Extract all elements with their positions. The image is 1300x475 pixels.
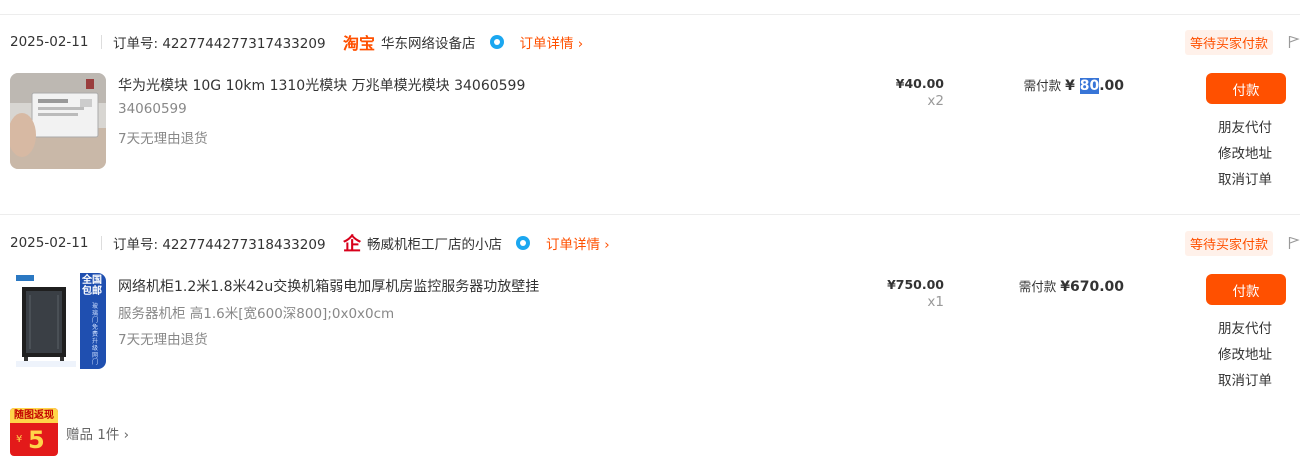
free-shipping-badge: 全国包邮 [82, 275, 102, 297]
gift-thumbnail[interactable]: 随图返现 ¥ 5 [10, 408, 58, 456]
quantity: x2 [927, 93, 944, 109]
order-detail-link[interactable]: 订单详情 › [546, 233, 610, 253]
store-name[interactable]: 华东网络设备店 [381, 32, 476, 52]
friend-pay-link[interactable]: 朋友代付 [1218, 116, 1272, 136]
cancel-order-link[interactable]: 取消订单 [1218, 168, 1272, 188]
store-block: 企 畅威机柜工厂店的小店 订单详情 › [343, 230, 610, 256]
quantity: x1 [927, 294, 944, 310]
need-pay-amount: ¥ 80.00 [1065, 78, 1124, 94]
order-number: 订单号: 4227744277318433209 [113, 237, 326, 253]
gift-value: 5 [28, 426, 45, 454]
pay-button[interactable]: 付款 [1206, 73, 1286, 104]
order-detail-link[interactable]: 订单详情 › [520, 32, 584, 52]
separator [101, 35, 102, 49]
need-pay-label: 需付款 [1018, 279, 1057, 294]
pay-button[interactable]: 付款 [1206, 274, 1286, 305]
need-pay-amount: ¥670.00 [1060, 279, 1124, 295]
flag-icon[interactable] [1288, 236, 1300, 250]
need-pay-label: 需付款 [1023, 78, 1062, 93]
status-badge: 等待买家付款 [1185, 230, 1274, 256]
amount-decimal: .00 [1099, 78, 1124, 94]
need-pay: 需付款 ¥670.00 [1019, 276, 1124, 295]
wangwang-chat-icon[interactable] [516, 236, 530, 250]
need-pay: 需付款 ¥ 80.00 [1024, 75, 1124, 94]
gift-label[interactable]: 赠品 1件 › [66, 423, 129, 443]
currency-symbol: ¥ [1065, 78, 1075, 94]
return-guarantee: 7天无理由退货 [118, 332, 208, 348]
unit-price: ¥750.00 [887, 277, 944, 292]
unit-price: ¥40.00 [895, 76, 944, 91]
status-badge: 等待买家付款 [1185, 29, 1274, 55]
order-header: 2025-02-11 订单号: 4227744277318433209 企 畅威… [0, 229, 1300, 257]
order-header: 2025-02-11 订单号: 4227744277317433209 淘宝 华… [0, 28, 1300, 56]
top-divider [0, 14, 1300, 15]
order-divider [0, 214, 1300, 215]
gift-badge-top: 随图返现 [10, 408, 58, 423]
store-name[interactable]: 畅威机柜工厂店的小店 [367, 233, 502, 253]
gift-currency: ¥ [16, 434, 23, 445]
store-block: 淘宝 华东网络设备店 订单详情 › [343, 30, 583, 54]
return-guarantee: 7天无理由退货 [118, 131, 208, 147]
product-title[interactable]: 网络机柜1.2米1.8米42u交换机箱弱电加厚机房监控服务器功放壁挂 [118, 276, 539, 296]
friend-pay-link[interactable]: 朋友代付 [1218, 317, 1272, 337]
product-title[interactable]: 华为光模块 10G 10km 1310光模块 万兆单模光模块 34060599 [118, 75, 525, 95]
product-thumbnail[interactable] [10, 73, 106, 169]
order-date: 2025-02-11 [10, 235, 89, 251]
enterprise-store-icon: 企 [343, 234, 361, 255]
wangwang-chat-icon[interactable] [489, 35, 504, 49]
amount-highlight: 80 [1079, 78, 1100, 94]
flag-icon[interactable] [1288, 35, 1300, 49]
product-thumbnail[interactable]: 全国包邮 玻璃门免费升级网门 [10, 273, 106, 369]
order-number: 订单号: 4227744277317433209 [113, 36, 326, 52]
separator [101, 236, 102, 250]
glass-door-badge: 玻璃门免费升级网门 [91, 303, 98, 366]
cancel-order-link[interactable]: 取消订单 [1218, 369, 1272, 389]
edit-address-link[interactable]: 修改地址 [1218, 142, 1272, 162]
edit-address-link[interactable]: 修改地址 [1218, 343, 1272, 363]
taobao-logo-icon: 淘宝 [343, 34, 376, 53]
order-date: 2025-02-11 [10, 34, 89, 50]
product-spec: 服务器机柜 高1.6米[宽600深800];0x0x0cm [118, 306, 395, 322]
product-spec: 34060599 [118, 101, 187, 117]
sfp-module-image [10, 73, 106, 169]
